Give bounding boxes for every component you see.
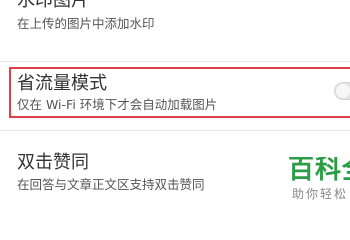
setting-description: 在上传的图片中添加水印 — [17, 16, 155, 31]
setting-description: 仅在 Wi-Fi 环境下才会自动加载图片 — [17, 97, 218, 112]
watermark-main-text: 百科全 — [288, 157, 350, 185]
watermark-logo: 百科全 助你轻松 — [286, 157, 350, 209]
setting-title: 双击赞同 — [17, 152, 89, 173]
watermark-sub-text: 助你轻松 — [292, 187, 349, 201]
data-saver-toggle[interactable] — [334, 82, 350, 100]
divider — [0, 130, 350, 131]
toggle-knob — [336, 84, 350, 98]
settings-screen: 水印图片 在上传的图片中添加水印 省流量模式 仅在 Wi-Fi 环境下才会自动加… — [0, 0, 350, 218]
divider — [0, 61, 350, 62]
setting-watermark-images[interactable]: 水印图片 在上传的图片中添加水印 — [0, 0, 350, 52]
setting-title: 水印图片 — [17, 0, 89, 11]
setting-description: 在回答与文章正文区支持双击赞同 — [17, 177, 205, 192]
setting-data-saver-mode[interactable]: 省流量模式 仅在 Wi-Fi 环境下才会自动加载图片 — [0, 63, 350, 121]
setting-title: 省流量模式 — [17, 73, 107, 94]
